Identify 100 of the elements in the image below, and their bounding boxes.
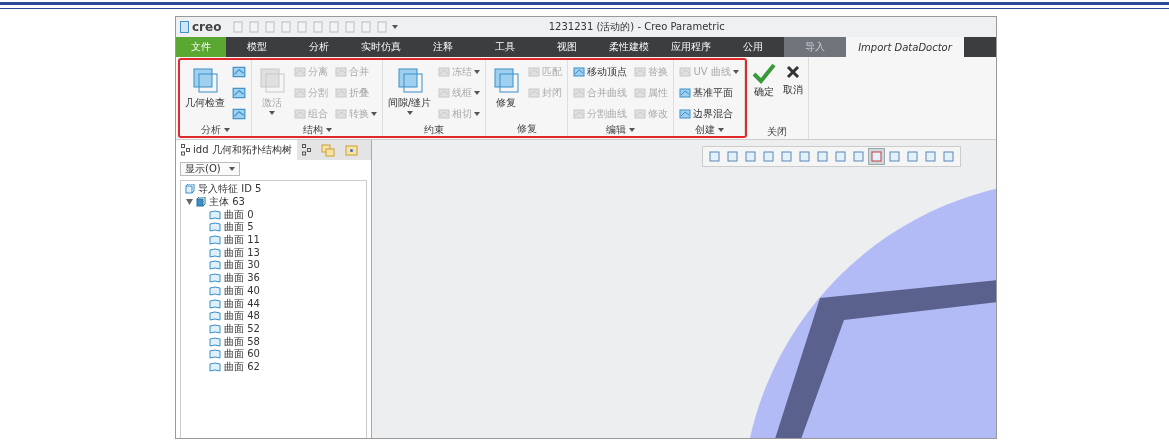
- view-tool-button[interactable]: [778, 148, 795, 165]
- tool-button[interactable]: 修复: [490, 63, 523, 112]
- menu-tab[interactable]: 实时仿真: [350, 37, 412, 57]
- toolbar-icon[interactable]: [376, 21, 389, 33]
- view-tool-button[interactable]: [868, 148, 885, 165]
- caret-icon: [474, 70, 481, 74]
- group-label[interactable]: 创建: [674, 123, 744, 137]
- group-label[interactable]: 编辑: [568, 123, 674, 137]
- toolbar-icon[interactable]: [264, 21, 277, 33]
- caret-icon: [474, 91, 481, 95]
- app-logo-icon: [180, 21, 189, 33]
- tool-icon: [491, 65, 522, 95]
- tool-icon: [634, 108, 647, 120]
- cube-icon: [185, 184, 195, 195]
- tool-icon: [573, 87, 586, 99]
- display-dropdown[interactable]: 显示(O): [180, 162, 240, 176]
- expand-arrow-icon[interactable]: [185, 199, 193, 206]
- tool-button[interactable]: 边界混合: [678, 105, 740, 123]
- group-label[interactable]: 结构: [252, 123, 382, 137]
- tool-button[interactable]: 几何检查: [184, 63, 226, 112]
- view-tool-button[interactable]: [742, 148, 759, 165]
- tool-button[interactable]: 基准平面: [678, 84, 740, 102]
- surface-icon: [209, 285, 221, 296]
- toolbar-icon[interactable]: [360, 21, 373, 33]
- layers-icon: [320, 143, 335, 157]
- view-tool-button[interactable]: [850, 148, 867, 165]
- group-label[interactable]: 分析: [180, 123, 251, 137]
- caret-icon: [732, 70, 739, 74]
- caret-icon: [406, 111, 413, 115]
- tool-icon: [232, 107, 246, 121]
- tree-item[interactable]: 曲面 30: [209, 259, 362, 272]
- menu-tab[interactable]: Import DataDoctor: [846, 37, 964, 57]
- menu-tab[interactable]: 视图: [536, 37, 598, 57]
- tool-button[interactable]: 移动顶点: [572, 63, 629, 81]
- tree-item[interactable]: 曲面 40: [209, 284, 362, 298]
- caret-icon: [717, 128, 724, 132]
- view-tool-button[interactable]: [814, 148, 831, 165]
- surface-icon: [209, 222, 221, 233]
- tool-icon: [679, 66, 692, 78]
- menu-tab[interactable]: 应用程序: [660, 37, 722, 57]
- surface-icon: [209, 260, 221, 271]
- toolbar-icon[interactable]: [296, 21, 309, 33]
- tool-icon: [232, 86, 246, 100]
- tool-icon: [528, 66, 541, 78]
- menu-tab[interactable]: 分析: [288, 37, 350, 57]
- panel-tab[interactable]: idd 几何和拓扑结构树: [176, 140, 297, 160]
- view-tool-button[interactable]: [886, 148, 903, 165]
- toolbar-icon[interactable]: [280, 21, 293, 33]
- menu-tab[interactable]: 公用: [722, 37, 784, 57]
- tool-icon: [232, 65, 246, 79]
- tree-item[interactable]: 曲面 36: [209, 271, 362, 285]
- group-label: 关闭: [766, 124, 789, 139]
- tool-button[interactable]: 确定: [750, 60, 777, 101]
- toolbar-icon[interactable]: [248, 21, 261, 33]
- view-tool-button[interactable]: [724, 148, 741, 165]
- tree-item[interactable]: 导入特征 ID 5: [185, 183, 362, 196]
- tree-item[interactable]: 曲面 44: [209, 297, 362, 310]
- group-label: 约束: [423, 123, 446, 137]
- view-tool-button[interactable]: [706, 148, 723, 165]
- tool-icon: [573, 66, 586, 78]
- tool-icon: [528, 87, 541, 99]
- tree-item[interactable]: 主体 63: [185, 195, 362, 209]
- group-label: 修复: [515, 121, 538, 136]
- surface-icon: [209, 273, 221, 284]
- tree-item[interactable]: 曲面 48: [209, 309, 362, 323]
- tree-item[interactable]: 曲面 62: [209, 360, 362, 374]
- tool-icon: [679, 108, 692, 120]
- menu-tab[interactable]: 注释: [412, 37, 474, 57]
- tree-item[interactable]: 曲面 60: [209, 347, 362, 361]
- customize-menu-icon: [392, 25, 399, 29]
- tool-icon: [294, 87, 306, 99]
- menu-tab[interactable]: 工具: [474, 37, 536, 57]
- toolbar-icon[interactable]: [328, 21, 341, 33]
- tool-icon: [335, 66, 347, 78]
- folder-icon: [344, 144, 358, 156]
- tool-icon: [294, 66, 306, 78]
- view-tool-button[interactable]: [796, 148, 813, 165]
- view-tool-button[interactable]: [940, 148, 957, 165]
- toolbar-icon[interactable]: [232, 21, 245, 33]
- toolbar-icon[interactable]: [312, 21, 325, 33]
- view-tool-button[interactable]: [832, 148, 849, 165]
- cube-icon: [196, 197, 206, 208]
- tree-item[interactable]: 曲面 13: [209, 246, 362, 260]
- view-tool-button[interactable]: [760, 148, 777, 165]
- caret-icon: [229, 167, 235, 171]
- tree-item[interactable]: 曲面 5: [209, 221, 362, 234]
- tree-item[interactable]: 曲面 0: [209, 208, 362, 222]
- surface-icon: [209, 209, 221, 220]
- tool-button[interactable]: 取消: [781, 60, 804, 99]
- menu-tab[interactable]: 柔性建模: [598, 37, 660, 57]
- tree-item[interactable]: 曲面 11: [209, 233, 362, 247]
- tree-icon: [181, 144, 190, 156]
- view-tool-button[interactable]: [922, 148, 939, 165]
- tree-item[interactable]: 曲面 58: [209, 335, 362, 348]
- surface-icon: [209, 323, 221, 334]
- view-tool-button[interactable]: [904, 148, 921, 165]
- tree-item[interactable]: 曲面 52: [209, 322, 362, 336]
- menu-tab[interactable]: 模型: [226, 37, 288, 57]
- tool-button[interactable]: 间隙/缝片: [387, 63, 433, 117]
- toolbar-icon[interactable]: [344, 21, 357, 33]
